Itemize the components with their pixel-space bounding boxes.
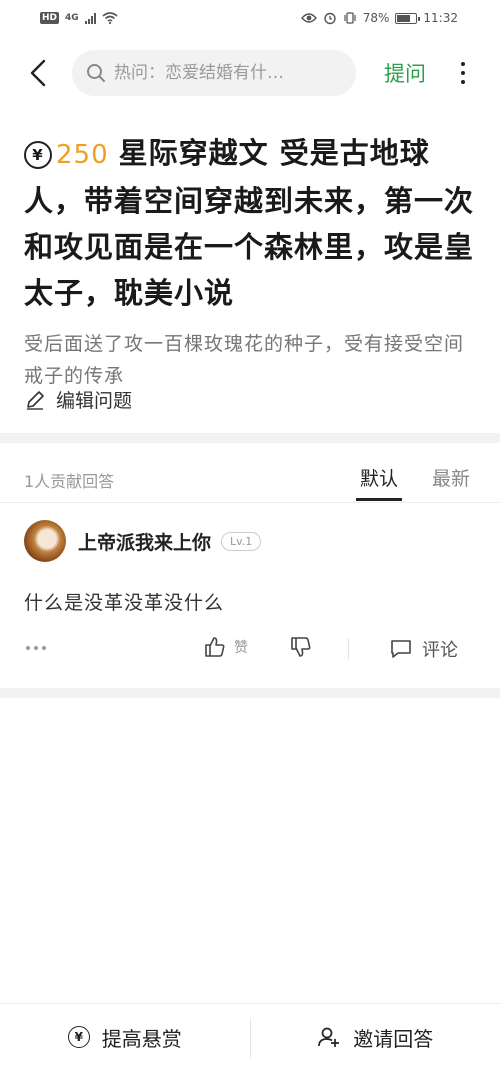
invite-answer-button[interactable]: 邀请回答 [251, 1004, 500, 1070]
answer-more-button[interactable] [26, 646, 46, 650]
section-divider [0, 433, 500, 443]
eye-icon [300, 13, 317, 23]
add-user-icon [318, 1027, 340, 1047]
action-separator [348, 638, 349, 660]
alarm-icon [324, 12, 336, 25]
status-bar: HD 4G 78% 11:32 [0, 0, 500, 36]
wifi-icon [102, 12, 118, 24]
battery-icon [395, 12, 421, 24]
more-options-button[interactable] [454, 56, 472, 90]
comment-label: 评论 [422, 640, 458, 661]
tab-sort-latest[interactable]: 最新 [432, 464, 470, 491]
answers-header: 1人贡献回答 默认 最新 [24, 462, 476, 502]
question-description: 受后面送了攻一百棵玫瑰花的种子，受有接受空间戒子的传承 [24, 333, 465, 387]
like-label: 赞 [234, 640, 248, 656]
author-row: 上帝派我来上你 Lv.1 [24, 520, 476, 562]
bottom-bar: ¥ 提高悬赏 邀请回答 [0, 1003, 500, 1070]
vibrate-icon [344, 12, 356, 24]
yen-icon: ¥ [24, 141, 52, 169]
clock: 11:32 [423, 11, 458, 25]
network-type: 4G [65, 13, 79, 23]
answer-text[interactable]: 什么是没革没革没什么 [24, 588, 476, 615]
question-title: ¥250 星际穿越文 受是古地球人，带着空间穿越到未来，第一次和攻见面是在一个森林… [24, 130, 480, 316]
like-button[interactable]: 赞 [204, 636, 248, 658]
level-badge: Lv.1 [221, 531, 262, 551]
yen-icon: ¥ [67, 1026, 90, 1048]
search-input[interactable] [114, 63, 324, 83]
comment-icon [391, 640, 411, 658]
top-nav: 提问 [0, 48, 500, 98]
bounty-amount: 250 [56, 140, 109, 170]
back-arrow-icon [30, 59, 46, 87]
comment-button[interactable]: 评论 [390, 636, 458, 662]
status-right: 78% 11:32 [300, 11, 458, 25]
back-button[interactable] [24, 56, 52, 90]
edit-question-button[interactable]: 编辑问题 [24, 386, 132, 413]
battery-percent: 78% [362, 11, 390, 25]
header-divider [0, 502, 500, 503]
status-left: HD 4G [40, 12, 118, 24]
edit-question-label: 编辑问题 [56, 390, 133, 412]
tab-sort-default[interactable]: 默认 [355, 464, 403, 501]
question-section: ¥250 星际穿越文 受是古地球人，带着空间穿越到未来，第一次和攻见面是在一个森林… [24, 130, 480, 392]
raise-bounty-label: 提高悬赏 [101, 1026, 182, 1051]
answer-count: 1人贡献回答 [24, 472, 115, 491]
edit-pencil-icon [27, 390, 44, 410]
search-icon [87, 64, 105, 82]
answer-item: 上帝派我来上你 Lv.1 什么是没革没革没什么 [24, 520, 476, 615]
invite-answer-label: 邀请回答 [353, 1026, 434, 1051]
search-box[interactable] [72, 50, 356, 96]
section-divider-bottom [0, 688, 500, 698]
thumbs-down-icon [291, 637, 311, 657]
more-vertical-icon [461, 62, 465, 66]
ask-question-link[interactable]: 提问 [384, 58, 426, 88]
thumbs-up-icon [205, 637, 225, 657]
raise-bounty-button[interactable]: ¥ 提高悬赏 [0, 1004, 250, 1070]
hd-badge: HD [40, 12, 60, 24]
signal-icon [84, 12, 96, 24]
answer-actions: 赞 评论 [24, 634, 476, 664]
author-name[interactable]: 上帝派我来上你 [78, 528, 211, 555]
ellipsis-icon [26, 646, 30, 650]
dislike-button[interactable] [290, 636, 312, 662]
avatar[interactable] [24, 520, 66, 562]
